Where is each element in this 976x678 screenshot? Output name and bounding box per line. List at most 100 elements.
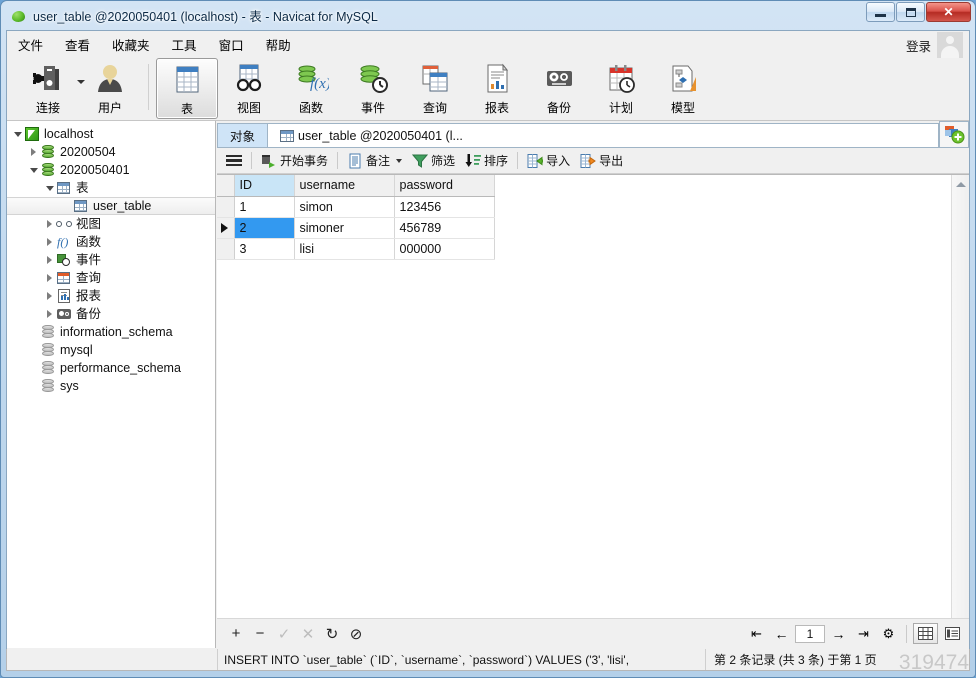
- settings-button[interactable]: ⚙: [877, 623, 900, 644]
- menu-tools[interactable]: 工具: [161, 31, 208, 58]
- grid-view-toggle[interactable]: [913, 623, 938, 644]
- sort-button[interactable]: 排序: [460, 150, 513, 171]
- toolbar-view[interactable]: 视图: [218, 58, 280, 119]
- twisty-open-icon[interactable]: [43, 182, 56, 195]
- toolbar-table[interactable]: 表: [156, 58, 218, 119]
- add-record-button[interactable]: +: [225, 624, 247, 644]
- first-record-button[interactable]: ⇤: [745, 623, 768, 644]
- tree-node-events[interactable]: 事件: [7, 251, 215, 269]
- object-tree[interactable]: localhost 20200504 2020050401 表 user_tab…: [7, 121, 216, 648]
- cell-username[interactable]: simon: [294, 196, 395, 218]
- minimize-button[interactable]: [866, 2, 895, 22]
- toolbar-backup[interactable]: 备份: [528, 58, 590, 119]
- stop-button[interactable]: ⊘: [345, 624, 367, 644]
- cell-username[interactable]: lisi: [294, 238, 395, 260]
- tree-node-mysql[interactable]: mysql: [7, 341, 215, 359]
- table-row[interactable]: 3 lisi 000000: [217, 238, 495, 260]
- tree-node-localhost[interactable]: localhost: [7, 125, 215, 143]
- column-header-password[interactable]: password: [394, 175, 495, 197]
- twisty-closed-icon[interactable]: [43, 272, 56, 285]
- maximize-button[interactable]: [896, 2, 925, 22]
- begin-transaction-button[interactable]: 开始事务: [256, 150, 333, 171]
- menu-help[interactable]: 帮助: [255, 31, 302, 58]
- cell-id[interactable]: 3: [234, 238, 295, 260]
- cell-password[interactable]: 000000: [394, 238, 495, 260]
- view-icon: [56, 217, 72, 231]
- avatar[interactable]: [937, 32, 963, 58]
- twisty-open-icon[interactable]: [11, 128, 24, 141]
- toolbar-backup-label: 备份: [546, 101, 571, 115]
- menu-view[interactable]: 查看: [54, 31, 101, 58]
- row-gutter[interactable]: [217, 196, 235, 218]
- toolbar-query[interactable]: 查询: [404, 58, 466, 119]
- data-grid[interactable]: ID username password 1 simon 123456 2 si…: [217, 174, 969, 618]
- cell-username[interactable]: simoner: [294, 217, 395, 239]
- tree-node-20200504[interactable]: 20200504: [7, 143, 215, 161]
- cell-password[interactable]: 456789: [394, 217, 495, 239]
- schedule-icon: [603, 63, 639, 97]
- toolbar-model[interactable]: 模型: [652, 58, 714, 119]
- cell-id[interactable]: 2: [234, 217, 295, 239]
- grid-toolbar-separator: [517, 152, 519, 169]
- cell-id[interactable]: 1: [234, 196, 295, 218]
- tree-node-reports[interactable]: 报表: [7, 287, 215, 305]
- toolbar-view-label: 视图: [236, 101, 261, 115]
- twisty-closed-icon[interactable]: [43, 218, 56, 231]
- row-gutter-header: [217, 175, 235, 197]
- import-button[interactable]: 导入: [522, 150, 575, 171]
- twisty-closed-icon[interactable]: [43, 308, 56, 321]
- column-header-username[interactable]: username: [294, 175, 395, 197]
- close-button[interactable]: ✕: [926, 2, 971, 22]
- toolbar-connection[interactable]: 连接: [17, 58, 85, 119]
- twisty-closed-icon[interactable]: [27, 146, 40, 159]
- tree-node-sys[interactable]: sys: [7, 377, 215, 395]
- last-record-button[interactable]: ⇥: [852, 623, 875, 644]
- grid-menu-button[interactable]: [221, 153, 247, 169]
- grid-toolbar-separator: [337, 152, 339, 169]
- tree-node-backups[interactable]: 备份: [7, 305, 215, 323]
- tab-objects[interactable]: 对象: [217, 123, 269, 147]
- tree-node-2020050401[interactable]: 2020050401: [7, 161, 215, 179]
- tree-node-queries[interactable]: 查询: [7, 269, 215, 287]
- column-header-id[interactable]: ID: [234, 175, 295, 197]
- toolbar-function[interactable]: f(x) 函数: [280, 58, 342, 119]
- row-gutter[interactable]: [217, 238, 235, 260]
- tree-node-tables-folder[interactable]: 表: [7, 179, 215, 197]
- tree-node-information-schema[interactable]: information_schema: [7, 323, 215, 341]
- twisty-closed-icon[interactable]: [43, 236, 56, 249]
- toolbar-event[interactable]: 事件: [342, 58, 404, 119]
- toolbar-report[interactable]: 报表: [466, 58, 528, 119]
- delete-record-button[interactable]: −: [249, 624, 271, 644]
- export-button[interactable]: 导出: [575, 150, 628, 171]
- tree-node-performance-schema[interactable]: performance_schema: [7, 359, 215, 377]
- menu-window[interactable]: 窗口: [208, 31, 255, 58]
- note-button[interactable]: 备注: [342, 150, 407, 171]
- chevron-down-icon[interactable]: [396, 158, 403, 163]
- tree-node-functions[interactable]: f() 函数: [7, 233, 215, 251]
- toolbar-schedule[interactable]: 计划: [590, 58, 652, 119]
- table-row[interactable]: 2 simoner 456789: [217, 217, 495, 239]
- tree-node-user-table[interactable]: user_table: [7, 197, 215, 215]
- new-object-icon[interactable]: [939, 121, 969, 147]
- twisty-open-icon[interactable]: [27, 164, 40, 177]
- menu-favorites[interactable]: 收藏夹: [101, 31, 161, 58]
- filter-button[interactable]: 筛选: [407, 150, 460, 171]
- table-row[interactable]: 1 simon 123456: [217, 196, 495, 218]
- toolbar-user[interactable]: 用户: [79, 58, 141, 119]
- row-gutter-current[interactable]: [217, 217, 235, 239]
- twisty-closed-icon[interactable]: [43, 290, 56, 303]
- menu-file[interactable]: 文件: [7, 31, 54, 58]
- login-link[interactable]: 登录: [906, 36, 931, 55]
- page-number-input[interactable]: 1: [795, 624, 825, 643]
- hamburger-icon: [226, 154, 242, 167]
- vertical-scrollbar[interactable]: [951, 175, 969, 618]
- scroll-up-icon[interactable]: [956, 182, 966, 187]
- tab-user-table[interactable]: user_table @2020050401 (l...: [267, 123, 476, 147]
- twisty-closed-icon[interactable]: [43, 254, 56, 267]
- tree-node-views[interactable]: 视图: [7, 215, 215, 233]
- cell-password[interactable]: 123456: [394, 196, 495, 218]
- next-record-button[interactable]: →: [827, 623, 850, 644]
- previous-record-button[interactable]: ←: [770, 623, 793, 644]
- refresh-button[interactable]: ↻: [321, 624, 343, 644]
- form-view-toggle[interactable]: [940, 623, 965, 644]
